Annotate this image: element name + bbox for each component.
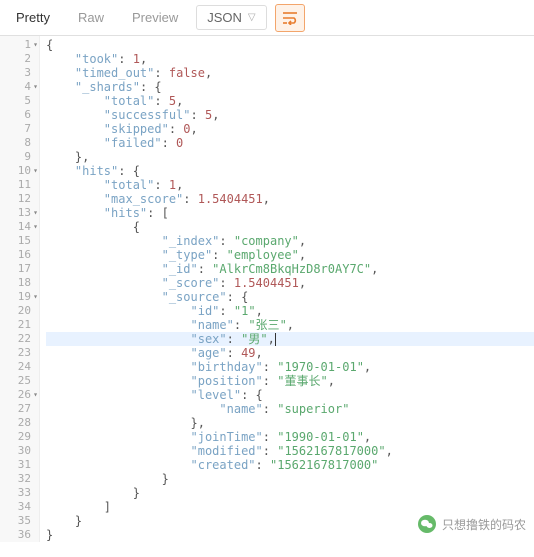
gutter-line: 21 [0,318,39,332]
gutter-line: 29 [0,430,39,444]
code-line: "_score": 1.5404451, [46,276,534,290]
text-cursor [275,333,276,346]
wechat-icon [418,515,436,533]
tab-preview[interactable]: Preview [122,4,188,31]
gutter-line: 10▾ [0,164,39,178]
code-line: } [46,472,534,486]
code-line: "successful": 5, [46,108,534,122]
gutter-line: 15 [0,234,39,248]
fold-toggle-icon[interactable]: ▾ [33,290,38,304]
format-select[interactable]: JSON ▽ [196,5,266,30]
gutter-line: 26▾ [0,388,39,402]
gutter-line: 25 [0,374,39,388]
fold-toggle-icon[interactable]: ▾ [33,388,38,402]
wrap-lines-button[interactable] [275,4,305,32]
gutter-line: 28 [0,416,39,430]
code-line: "id": "1", [46,304,534,318]
gutter-line: 3 [0,66,39,80]
gutter-line: 18 [0,276,39,290]
code-line: "took": 1, [46,52,534,66]
code-line: "birthday": "1970-01-01", [46,360,534,374]
code-line: "total": 5, [46,94,534,108]
gutter-line: 11 [0,178,39,192]
wrap-icon [282,11,298,25]
code-line: "modified": "1562167817000", [46,444,534,458]
code-line: "age": 49, [46,346,534,360]
code-line: "failed": 0 [46,136,534,150]
gutter-line: 32 [0,472,39,486]
fold-toggle-icon[interactable]: ▾ [33,80,38,94]
code-line: "skipped": 0, [46,122,534,136]
gutter-line: 1▾ [0,38,39,52]
format-select-label: JSON [207,10,242,25]
code-line: "position": "董事长", [46,374,534,388]
gutter-line: 17 [0,262,39,276]
gutter-line: 13▾ [0,206,39,220]
code-line: "timed_out": false, [46,66,534,80]
gutter-line: 24 [0,360,39,374]
code-line-highlighted: "sex": "男", [46,332,534,346]
code-line: "max_score": 1.5404451, [46,192,534,206]
fold-toggle-icon[interactable]: ▾ [33,164,38,178]
code-line: "name": "superior" [46,402,534,416]
code-line: "joinTime": "1990-01-01", [46,430,534,444]
gutter-line: 22 [0,332,39,346]
gutter-line: 33 [0,486,39,500]
gutter-line: 36 [0,528,39,542]
fold-toggle-icon[interactable]: ▾ [33,206,38,220]
gutter-line: 20 [0,304,39,318]
gutter-line: 8 [0,136,39,150]
code-line: "_type": "employee", [46,248,534,262]
code-line: "_source": { [46,290,534,304]
code-line: "_index": "company", [46,234,534,248]
gutter-line: 12 [0,192,39,206]
code-line: "total": 1, [46,178,534,192]
gutter-line: 31 [0,458,39,472]
gutter-line: 34 [0,500,39,514]
fold-toggle-icon[interactable]: ▾ [33,220,38,234]
code-line: ] [46,500,534,514]
code-line: "_shards": { [46,80,534,94]
gutter-line: 30 [0,444,39,458]
code-line: "hits": [ [46,206,534,220]
code-line: }, [46,416,534,430]
gutter-line: 16 [0,248,39,262]
code-line: { [46,220,534,234]
code-line: "hits": { [46,164,534,178]
gutter-line: 6 [0,108,39,122]
code-line: } [46,486,534,500]
code-line: "_id": "AlkrCm8BkqHzD8r0AY7C", [46,262,534,276]
code-line: "created": "1562167817000" [46,458,534,472]
watermark: 只想撸铁的码农 [418,515,526,533]
gutter-line: 19▾ [0,290,39,304]
gutter-line: 23 [0,346,39,360]
gutter-line: 2 [0,52,39,66]
code-area[interactable]: { "took": 1, "timed_out": false, "_shard… [40,36,534,542]
code-line: "name": "张三", [46,318,534,332]
watermark-text: 只想撸铁的码农 [442,516,526,533]
gutter-line: 14▾ [0,220,39,234]
gutter-line: 4▾ [0,80,39,94]
gutter-line: 35 [0,514,39,528]
code-line: "level": { [46,388,534,402]
gutter-line: 9 [0,150,39,164]
fold-toggle-icon[interactable]: ▾ [33,38,38,52]
gutter-line: 7 [0,122,39,136]
json-editor: 1▾234▾5678910▾111213▾14▾1516171819▾20212… [0,36,534,542]
chevron-down-icon: ▽ [248,12,256,23]
viewer-toolbar: Pretty Raw Preview JSON ▽ [0,0,534,36]
code-line: { [46,38,534,52]
line-gutter: 1▾234▾5678910▾111213▾14▾1516171819▾20212… [0,36,40,542]
tab-raw[interactable]: Raw [68,4,114,31]
code-line: }, [46,150,534,164]
gutter-line: 5 [0,94,39,108]
tab-pretty[interactable]: Pretty [6,4,60,31]
gutter-line: 27 [0,402,39,416]
